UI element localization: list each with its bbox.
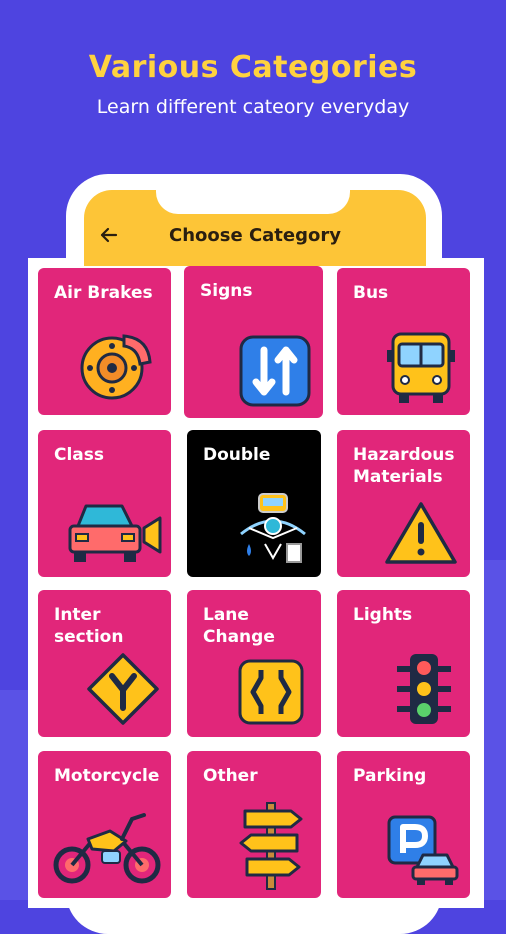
category-tile-lights[interactable]: Lights bbox=[337, 590, 470, 737]
category-label: Bus bbox=[353, 283, 389, 303]
motorcycle-icon bbox=[53, 813, 161, 884]
category-label: Hazardous Materials bbox=[353, 445, 455, 487]
category-tile-bus[interactable]: Bus bbox=[337, 268, 470, 415]
category-label: Class bbox=[54, 445, 105, 465]
category-label: Parking bbox=[353, 766, 427, 786]
lane-change-sign-icon bbox=[238, 659, 304, 725]
bus-icon bbox=[387, 332, 455, 403]
category-label: Lane Change bbox=[203, 605, 275, 647]
category-label: Other bbox=[203, 766, 258, 786]
category-label: Inter section bbox=[54, 605, 124, 647]
category-label: Double bbox=[203, 445, 271, 465]
category-tile-lane-change[interactable]: Lane Change bbox=[187, 590, 321, 737]
category-tile-signs[interactable]: Signs bbox=[184, 266, 323, 418]
category-label: Air Brakes bbox=[54, 283, 153, 303]
background-building bbox=[0, 690, 30, 900]
signpost-icon bbox=[239, 802, 303, 890]
parking-sign-icon bbox=[387, 815, 459, 885]
category-tile-class[interactable]: Class bbox=[38, 430, 171, 577]
intersection-sign-icon bbox=[87, 653, 159, 725]
promo-headline: Various Categories bbox=[88, 50, 418, 85]
page-title: Choose Category bbox=[169, 225, 341, 246]
category-label: Signs bbox=[200, 281, 253, 301]
category-tile-parking[interactable]: Parking bbox=[337, 751, 470, 898]
category-label: Lights bbox=[353, 605, 413, 625]
phone-notch bbox=[156, 180, 350, 214]
category-tile-air-brakes[interactable]: Air Brakes bbox=[38, 268, 171, 415]
two-way-arrows-sign-icon bbox=[239, 335, 311, 407]
category-tile-double[interactable]: Double bbox=[187, 430, 321, 577]
brake-disc-icon bbox=[80, 334, 152, 400]
category-label: Motorcycle bbox=[54, 766, 160, 786]
category-tile-intersection[interactable]: Inter section bbox=[38, 590, 171, 737]
background-building bbox=[484, 560, 506, 900]
category-tile-hazardous-materials[interactable]: Hazardous Materials bbox=[337, 430, 470, 577]
category-tile-motorcycle[interactable]: Motorcycle bbox=[38, 751, 171, 898]
warning-triangle-icon bbox=[385, 502, 457, 564]
promo-subline: Learn different cateory everyday bbox=[96, 96, 410, 118]
car-rear-icon bbox=[68, 504, 162, 562]
traffic-light-icon bbox=[397, 654, 451, 724]
tow-trailer-icon bbox=[240, 493, 306, 563]
category-tile-other[interactable]: Other bbox=[187, 751, 321, 898]
